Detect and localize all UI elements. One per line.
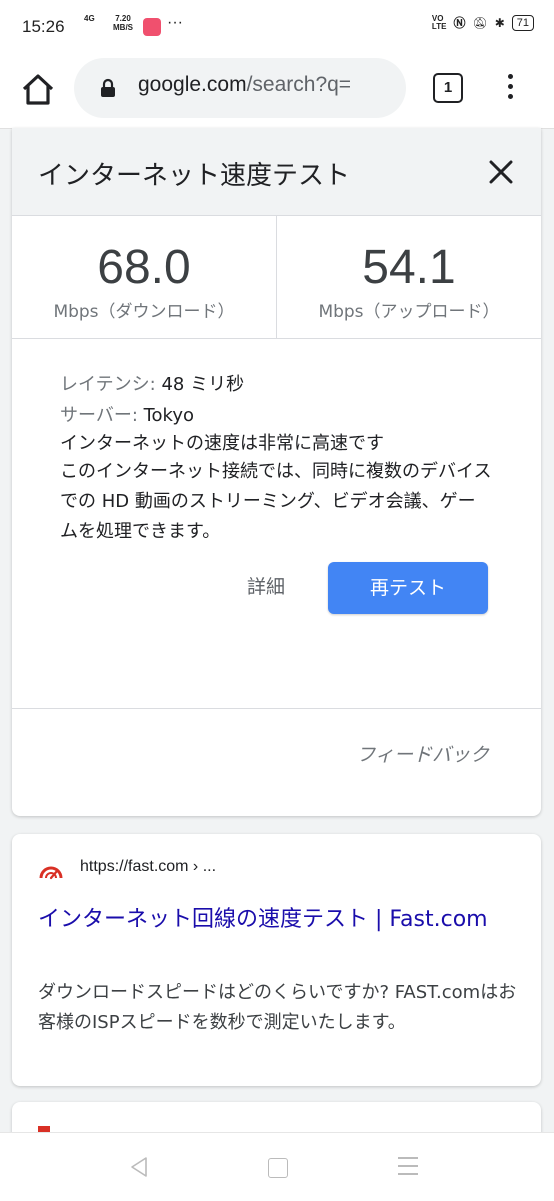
status-bar: 15:26 4G 7.20 MB/S ··· VO LTE Ⓝ 🔕︎ ✱ 71 bbox=[0, 0, 554, 56]
network-speed-value: 7.20 bbox=[115, 14, 131, 23]
url-text[interactable]: google.com/search?q= bbox=[138, 73, 400, 97]
result-snippet: ダウンロードスピードはどのくらいですか? FAST.comはお客様のISPスピー… bbox=[38, 982, 517, 1033]
overflow-menu-icon[interactable] bbox=[500, 70, 520, 104]
url-path: /search?q= bbox=[246, 73, 352, 96]
divider bbox=[12, 708, 541, 709]
address-bar[interactable]: google.com/search?q= bbox=[74, 58, 406, 118]
latency-label: レイテンシ: bbox=[60, 374, 156, 395]
battery-icon: 71 bbox=[511, 14, 534, 31]
speed-test-actions: 詳細 再テスト bbox=[12, 547, 541, 657]
speed-quality-text: インターネットの速度は非常に高速です bbox=[60, 433, 384, 454]
browser-toolbar: google.com/search?q= 1 bbox=[0, 56, 554, 129]
server-row: サーバー: Tokyo bbox=[60, 400, 493, 431]
network-type: 4G bbox=[84, 14, 95, 23]
speed-test-header: インターネット速度テスト bbox=[12, 128, 541, 216]
upload-result: 54.1 Mbps（アップロード） bbox=[277, 216, 541, 338]
speed-test-card: インターネット速度テスト 68.0 Mbps（ダウンロード） 54.1 Mbps… bbox=[12, 128, 541, 816]
home-icon[interactable] bbox=[18, 70, 58, 110]
feedback-link[interactable]: フィードバック bbox=[356, 740, 489, 767]
latency-row: レイテンシ: 48 ミリ秒 bbox=[60, 369, 493, 400]
home-nav-icon[interactable] bbox=[268, 1158, 288, 1178]
upload-label: Mbps（アップロード） bbox=[318, 302, 500, 322]
server-label: サーバー: bbox=[60, 405, 138, 426]
network-speed-unit: MB/S bbox=[113, 23, 133, 32]
vibrate-icon: 🔕︎ bbox=[472, 15, 488, 30]
volte-icon: VO LTE bbox=[431, 13, 447, 31]
network-speed: 7.20 MB/S bbox=[113, 14, 133, 32]
recent-apps-icon[interactable] bbox=[398, 1157, 418, 1177]
notification-app-icon bbox=[143, 18, 161, 36]
search-result-card: https://fast.com › ... インターネット回線の速度テスト |… bbox=[12, 834, 541, 1086]
more-notifications-icon: ··· bbox=[167, 14, 183, 31]
server-value: Tokyo bbox=[137, 405, 195, 426]
result-source-url[interactable]: https://fast.com › ... bbox=[80, 858, 216, 876]
tab-switcher-button[interactable]: 1 bbox=[433, 73, 463, 103]
retest-button[interactable]: 再テスト bbox=[328, 562, 488, 614]
download-result: 68.0 Mbps（ダウンロード） bbox=[12, 216, 277, 338]
status-time: 15:26 bbox=[22, 17, 65, 36]
url-host: google.com bbox=[138, 73, 247, 96]
bluetooth-icon: ✱ bbox=[494, 15, 505, 30]
status-icons: VO LTE Ⓝ 🔕︎ ✱ 71 bbox=[432, 14, 534, 31]
speed-test-title: インターネット速度テスト bbox=[38, 161, 351, 191]
nfc-icon: Ⓝ bbox=[453, 16, 466, 30]
latency-value: 48 ミリ秒 bbox=[155, 374, 245, 395]
system-nav-bar bbox=[0, 1132, 554, 1201]
details-button[interactable]: 詳細 bbox=[247, 572, 285, 599]
download-value: 68.0 bbox=[97, 241, 191, 294]
speed-test-details: レイテンシ: 48 ミリ秒 サーバー: Tokyo インターネットの速度は非常に… bbox=[12, 339, 541, 547]
upload-value: 54.1 bbox=[362, 241, 456, 294]
close-icon[interactable] bbox=[485, 156, 517, 188]
download-label: Mbps（ダウンロード） bbox=[53, 302, 235, 322]
back-icon[interactable] bbox=[128, 1155, 150, 1179]
result-title-link[interactable]: インターネット回線の速度テスト | Fast.com bbox=[38, 904, 508, 936]
lock-icon bbox=[101, 78, 115, 97]
speed-description: このインターネット接続では、同時に複数のデバイスでの HD 動画のストリーミング… bbox=[60, 461, 492, 542]
speed-results: 68.0 Mbps（ダウンロード） 54.1 Mbps（アップロード） bbox=[12, 216, 541, 339]
fast-logo-icon bbox=[39, 866, 63, 880]
